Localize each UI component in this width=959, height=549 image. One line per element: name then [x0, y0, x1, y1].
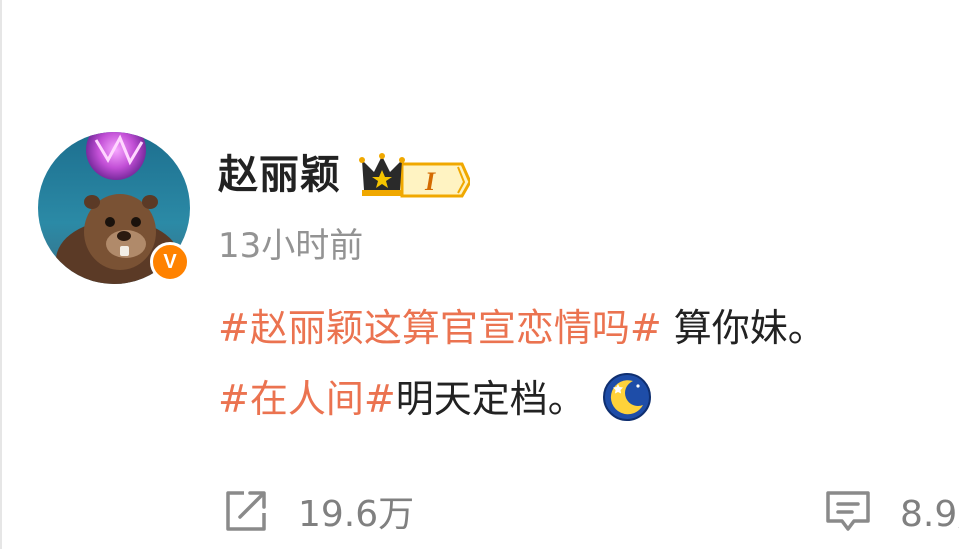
comment-icon	[826, 491, 870, 531]
vip-level-label: I	[424, 167, 436, 196]
repost-button[interactable]: 19.6万	[222, 484, 414, 538]
comment-button[interactable]: 8.9万	[824, 484, 959, 538]
hashtag-link[interactable]: #在人间#	[218, 377, 396, 421]
post-text-line-2: #在人间#明天定档。	[218, 372, 652, 423]
weibo-post-card: V 赵丽颖 I 13小时前 #赵丽颖这算官宣恋情吗# 算你妹。 #在人间#明天定…	[0, 0, 959, 549]
post-text: 明天定档。	[395, 377, 586, 421]
crown-vip-icon[interactable]: I	[358, 150, 470, 198]
verified-badge-icon: V	[150, 242, 190, 282]
hashtag-link[interactable]: #赵丽颖这算官宣恋情吗#	[218, 306, 662, 350]
post-timestamp[interactable]: 13小时前	[218, 224, 363, 268]
avatar-container[interactable]: V	[38, 132, 190, 284]
repost-count: 19.6万	[298, 494, 415, 535]
share-icon	[226, 491, 266, 531]
post-text: 算你妹。	[661, 306, 826, 350]
post-text-line-1: #赵丽颖这算官宣恋情吗# 算你妹。	[218, 304, 826, 352]
moon-emoji-icon	[602, 373, 651, 421]
comment-count: 8.9万	[900, 494, 959, 535]
user-name[interactable]: 赵丽颖	[218, 150, 341, 200]
